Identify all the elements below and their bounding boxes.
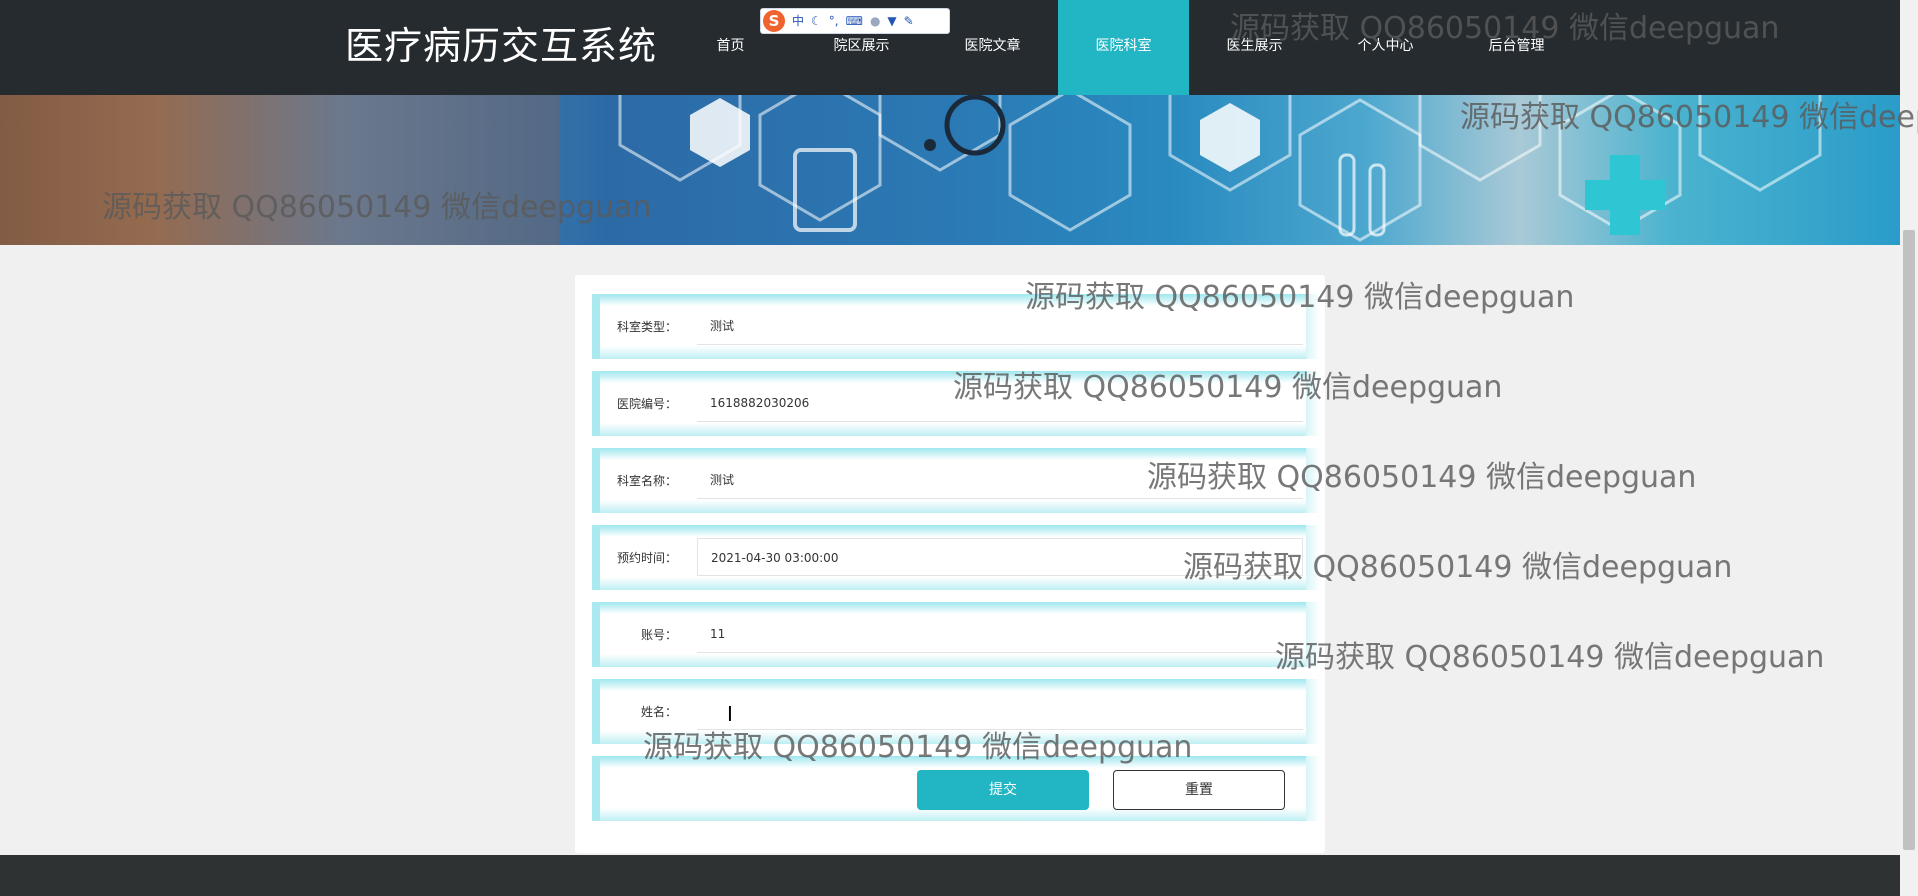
keyboard-icon[interactable]: ⌨ xyxy=(846,10,863,32)
form-row-dept-name: 科室名称： 测试 xyxy=(592,448,1320,513)
watermark-text: 源码获取 QQ86050149 微信deepguan xyxy=(1275,640,1825,675)
department-form-card: 科室类型： 测试 医院编号： 1618882030206 科室名称： 测试 预约… xyxy=(575,275,1325,853)
form-row-dept-type: 科室类型： 测试 xyxy=(592,294,1320,359)
skin-icon[interactable]: ▼ xyxy=(887,10,896,32)
nav-item-departments[interactable]: 医院科室 xyxy=(1058,0,1189,95)
nav-item-doctors[interactable]: 医生展示 xyxy=(1189,0,1320,95)
dept-type-field[interactable]: 测试 xyxy=(697,307,1303,345)
hospital-id-field[interactable]: 1618882030206 xyxy=(697,384,1303,422)
text-cursor-icon: I xyxy=(727,702,733,726)
ime-logo-icon[interactable]: S xyxy=(763,10,785,32)
site-title: 医疗病历交互系统 xyxy=(345,24,658,68)
account-field[interactable]: 11 xyxy=(697,615,1303,653)
form-row-account: 账号： 11 xyxy=(592,602,1320,667)
name-label: 姓名： xyxy=(640,705,677,719)
moon-icon[interactable]: ☾ xyxy=(811,10,822,32)
user-icon[interactable]: ● xyxy=(870,10,880,32)
nav-item-profile[interactable]: 个人中心 xyxy=(1320,0,1451,95)
ime-toolbar: S 中 ☾ °, ⌨ ● ▼ ✎ xyxy=(760,8,950,34)
account-label: 账号： xyxy=(640,628,677,642)
submit-button[interactable]: 提交 xyxy=(917,770,1089,810)
form-row-appointment-time: 预约时间： 2021-04-30 03:00:00 xyxy=(592,525,1320,590)
banner-hexagon-graphic xyxy=(0,95,1822,245)
wrench-icon[interactable]: ✎ xyxy=(904,10,914,32)
page-footer xyxy=(0,855,1900,896)
page-scrollbar[interactable] xyxy=(1900,0,1918,896)
hospital-id-label: 医院编号： xyxy=(616,397,677,411)
nav-item-admin[interactable]: 后台管理 xyxy=(1451,0,1582,95)
appointment-time-field[interactable]: 2021-04-30 03:00:00 xyxy=(697,538,1303,576)
dept-name-field[interactable]: 测试 xyxy=(697,461,1303,499)
hero-banner xyxy=(0,95,1900,245)
dept-name-label: 科室名称： xyxy=(616,474,677,488)
punctuation-icon[interactable]: °, xyxy=(829,10,839,32)
scrollbar-thumb[interactable] xyxy=(1903,230,1915,850)
reset-button[interactable]: 重置 xyxy=(1113,770,1285,810)
top-navbar: 医疗病历交互系统 首页 院区展示 医院文章 医院科室 医生展示 个人中心 后台管… xyxy=(0,0,1900,95)
ime-mode-button[interactable]: 中 xyxy=(792,10,804,32)
dept-type-label: 科室类型： xyxy=(616,320,677,334)
appointment-time-label: 预约时间： xyxy=(616,551,677,565)
form-row-hospital-id: 医院编号： 1618882030206 xyxy=(592,371,1320,436)
form-row-name: 姓名： xyxy=(592,679,1320,744)
name-input[interactable] xyxy=(697,692,1303,730)
